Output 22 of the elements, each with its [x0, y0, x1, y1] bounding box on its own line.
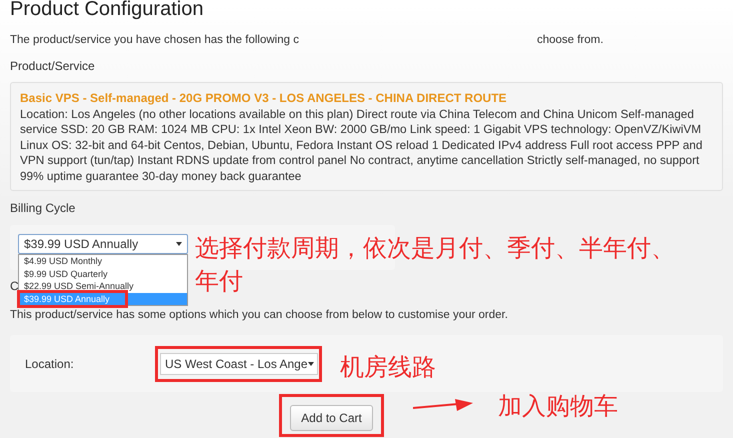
caret-icon — [176, 242, 182, 246]
dropdown-option[interactable]: $4.99 USD Monthly — [19, 255, 187, 268]
product-description: Location: Los Angeles (no other locations available on this plan) Direct route via China Telecom and China Unicom Self-managed service SSD: 20 GB RAM: 1024 MB CPU: 1x Intel Xeon BW: 2000 GB/mo Link speed: 1 Gigabit VPS technology: OpenVZ/KiwiVM Linux OS: 32-bit and 64-bit Centos, Debian, Ubuntu, Fedora Instant OS reload 1 Dedicated IPv4 address Full root access PPP and VPN support (tun/tap) Instant RDNS update from control panel No contract, anytime cancellation Strictly self-managed, no support 99% uptime guarantee 30-day money back guarantee — [20, 106, 704, 184]
page-title: Product Configuration — [10, 0, 204, 21]
dropdown-option[interactable]: $22.99 USD Semi-Annually — [19, 280, 187, 292]
caret-icon — [308, 362, 314, 366]
arrow-icon — [413, 398, 473, 414]
intro-text: The product/service you have chosen has the following c — [10, 33, 299, 47]
location-label: Location: — [25, 356, 75, 370]
annotation-text: 加入购物车 — [498, 391, 618, 422]
section-label: Product/Service — [10, 59, 96, 73]
intro-text: choose from. — [536, 33, 604, 47]
annotation-text: 机房线路 — [340, 352, 436, 383]
product-name: Basic VPS - Self-managed - 20G PROMO V3 - LOS ANGELES - CHINA DIRECT ROUTE — [20, 91, 507, 106]
annotation-text: 选择付款周期，依次是月付、季付、半年付、年付 — [195, 233, 676, 297]
dropdown-option[interactable]: $9.99 USD Quarterly — [19, 268, 187, 280]
location-select[interactable]: US West Coast - Los Ange — [160, 352, 318, 374]
add-to-cart-button[interactable]: Add to Cart — [290, 405, 373, 431]
options-note: This product/service has some options which you can choose from below to customise your order. — [10, 308, 509, 322]
section-heading: C — [10, 279, 19, 293]
section-label: Billing Cycle — [10, 201, 76, 215]
billing-select[interactable]: $39.99 USD Annually — [18, 234, 188, 254]
